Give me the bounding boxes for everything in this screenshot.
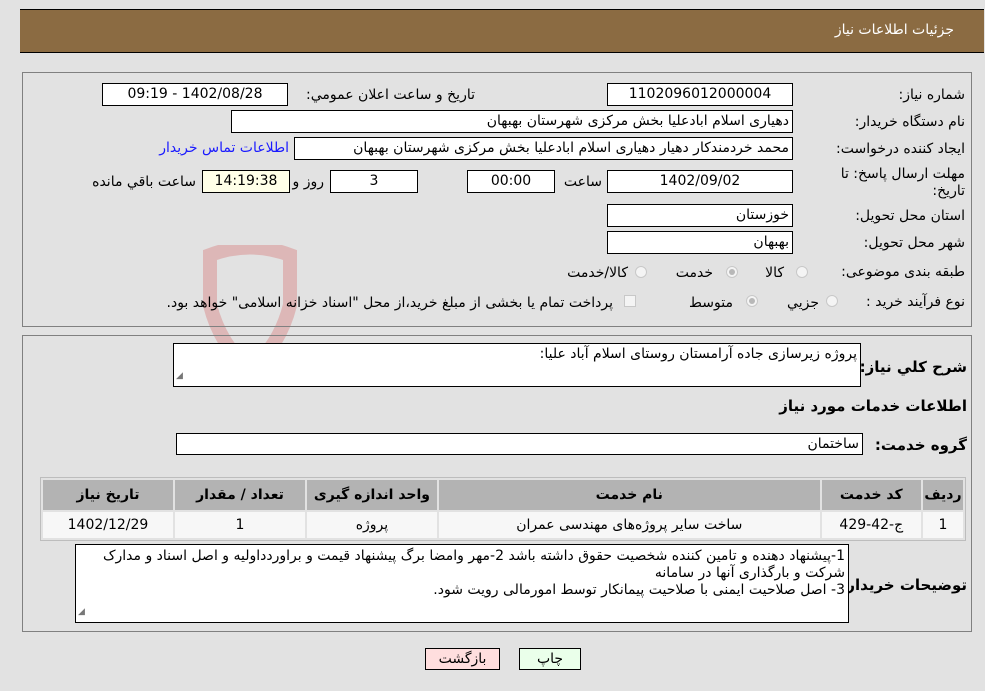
description-textarea[interactable]: پروژه زیرسازی جاده آرامستان روستای اسلام… [173, 343, 861, 387]
back-button[interactable]: بازگشت [425, 648, 500, 670]
city-label: شهر محل تحویل: [863, 235, 965, 251]
resize-grip-icon[interactable]: ◢ [176, 368, 183, 385]
need-number-field: 1102096012000004 [607, 83, 793, 106]
city-field: بهبهان [607, 231, 793, 254]
category-radio-service[interactable] [726, 266, 738, 278]
creator-label: ایجاد کننده درخواست: [836, 141, 965, 157]
creator-field: محمد خردمندکار دهیار دهیاری اسلام ابادعل… [294, 137, 793, 160]
deadline-label: مهلت ارسال پاسخ: تا تاریخ: [840, 166, 965, 199]
cell-qty: 1 [175, 512, 305, 538]
category-option-goods: کالا [765, 265, 784, 281]
print-button[interactable]: چاپ [519, 648, 581, 670]
category-option-service: خدمت [675, 265, 713, 281]
process-option-minor: جزيي [787, 295, 819, 311]
buyer-contact-link[interactable]: اطلاعات تماس خریدار [159, 140, 289, 156]
category-option-goods-service: کالا/خدمت [567, 265, 628, 281]
col-name: نام خدمت [438, 480, 820, 510]
page-header: جزئیات اطلاعات نیاز [20, 9, 984, 53]
buyer-notes-line-1: 1-پیشنهاد دهنده و تامین کننده شخصیت حقوق… [102, 548, 845, 581]
days-remaining-field: 3 [330, 170, 418, 193]
deadline-time-label: ساعت [563, 174, 602, 190]
treasury-payment-note: پرداخت تمام یا بخشی از مبلغ خرید،از محل … [166, 295, 613, 311]
deadline-date-field: 1402/09/02 [607, 170, 793, 193]
buyer-notes-line-2: 3- اصل صلاحیت ایمنی با صلاحیت پیمانکار ت… [433, 582, 845, 598]
buyer-org-field: دهیاری اسلام ابادعلیا بخش مرکزی شهرستان … [231, 110, 793, 133]
table-header-row: ردیف کد خدمت نام خدمت واحد اندازه گیری ت… [43, 480, 963, 510]
page-title: جزئیات اطلاعات نیاز [834, 22, 954, 38]
deadline-time-field: 00:00 [467, 170, 555, 193]
process-label: نوع فرآیند خرید : [866, 294, 965, 310]
buyer-notes-label: توضیحات خریدار: [840, 576, 967, 594]
table-row: 1 ج-42-429 ساخت سایر پروژه‌های مهندسی عم… [43, 512, 963, 538]
cell-date: 1402/12/29 [43, 512, 173, 538]
resize-grip-icon[interactable]: ◢ [78, 604, 85, 621]
category-radio-goods-service[interactable] [635, 266, 647, 278]
category-label: طبقه بندی موضوعی: [841, 264, 965, 280]
description-text: پروژه زیرسازی جاده آرامستان روستای اسلام… [539, 346, 857, 362]
services-table: ردیف کد خدمت نام خدمت واحد اندازه گیری ت… [40, 477, 966, 541]
treasury-payment-checkbox[interactable] [624, 295, 636, 307]
col-row: ردیف [922, 480, 963, 510]
col-code: کد خدمت [821, 480, 921, 510]
process-option-medium: متوسط [689, 295, 733, 311]
cell-unit: پروژه [306, 512, 437, 538]
col-unit: واحد اندازه گیری [306, 480, 437, 510]
service-group-field: ساختمان [176, 433, 863, 455]
buyer-notes-textarea[interactable]: 1-پیشنهاد دهنده و تامین کننده شخصیت حقوق… [75, 544, 849, 623]
province-field: خوزستان [607, 204, 793, 227]
category-radio-goods[interactable] [796, 266, 808, 278]
col-date: تاریخ نیاز [43, 480, 173, 510]
col-qty: تعداد / مقدار [175, 480, 305, 510]
remaining-label: ساعت باقي مانده [92, 174, 196, 190]
cell-code: ج-42-429 [821, 512, 921, 538]
buyer-org-label: نام دستگاه خریدار: [854, 114, 965, 130]
services-title: اطلاعات خدمات مورد نیاز [779, 397, 967, 415]
announce-label: تاریخ و ساعت اعلان عمومي: [306, 87, 475, 103]
days-label: روز و [292, 174, 325, 190]
service-group-label: گروه خدمت: [874, 436, 967, 454]
need-number-label: شماره نیاز: [898, 87, 966, 103]
process-radio-medium[interactable] [746, 295, 758, 307]
remaining-time-field: 14:19:38 [202, 170, 290, 193]
description-label: شرح کلي نیاز: [859, 358, 967, 376]
process-radio-minor[interactable] [826, 295, 838, 307]
cell-row: 1 [922, 512, 963, 538]
announce-field: 1402/08/28 - 09:19 [102, 83, 288, 106]
cell-name: ساخت سایر پروژه‌های مهندسی عمران [438, 512, 820, 538]
province-label: استان محل تحویل: [855, 208, 965, 224]
